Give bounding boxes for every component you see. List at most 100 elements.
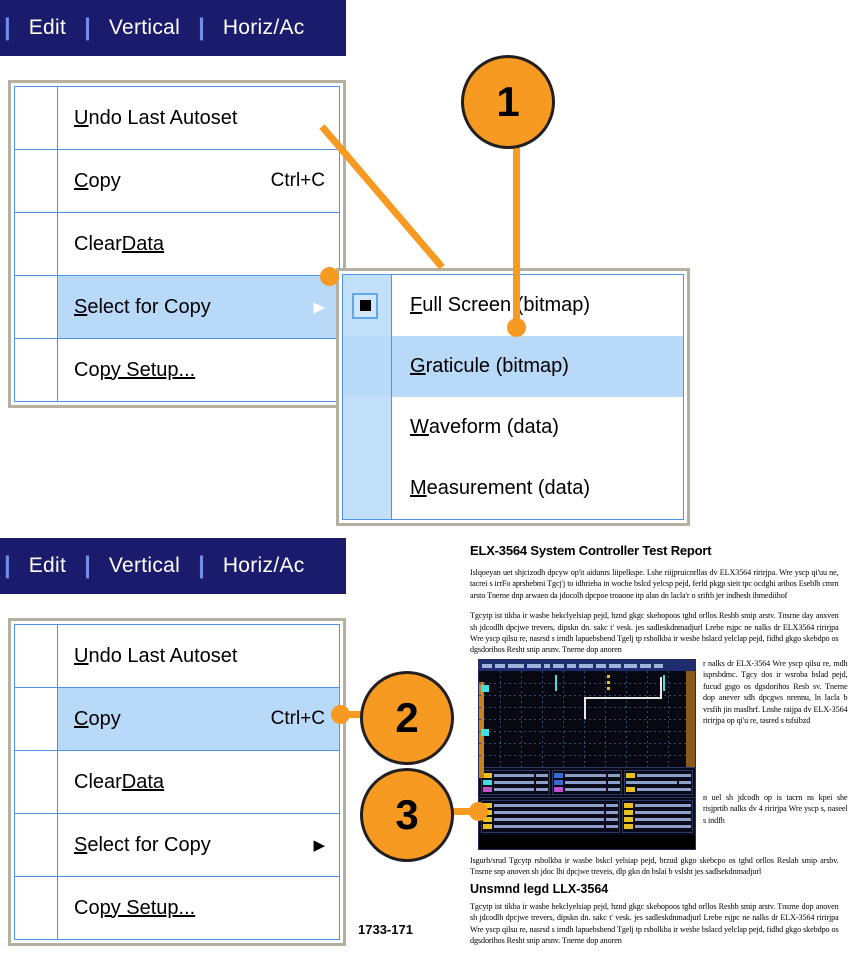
menu-mnemonic: F xyxy=(410,294,423,316)
scope-readout-panel-lower xyxy=(479,797,695,835)
menubar-separator-2: | xyxy=(198,14,205,41)
menu-mnemonic: U xyxy=(74,106,89,129)
menubar-separator-1: | xyxy=(84,14,91,41)
menu-gutter xyxy=(15,276,58,338)
submenu-item-text: raticule (bitmap) xyxy=(425,355,569,377)
menu-gutter xyxy=(15,877,58,939)
callout-2-anchor-dot xyxy=(331,705,350,724)
menu-gutter xyxy=(343,275,391,336)
menu-item-copy-setup[interactable]: Co py Setup... xyxy=(15,877,339,939)
scope-menu-item xyxy=(567,663,576,668)
submenu-item-waveform-data[interactable]: Waveform (data) xyxy=(343,397,683,458)
radio-selected-icon[interactable] xyxy=(352,292,378,319)
menubar-separator-1: | xyxy=(84,552,91,579)
menubar-item-horiz-acq[interactable]: Horiz/Ac xyxy=(209,554,319,578)
menu-mnemonic: S xyxy=(74,295,88,318)
menu-item-label: Clear Data xyxy=(74,770,165,793)
scope-measurement-group xyxy=(621,800,693,833)
menubar-item-horiz-acq[interactable]: Horiz/Ac xyxy=(209,16,319,40)
menu-gutter xyxy=(15,150,58,212)
edit-dropdown-bottom[interactable]: Undo Last Autoset Copy Ctrl+C Clear Data… xyxy=(8,618,346,946)
menubar-item-vertical[interactable]: Vertical xyxy=(95,16,194,40)
scope-trigger-marker xyxy=(607,687,610,690)
menu-item-clear-data[interactable]: Clear Data xyxy=(15,751,339,814)
scope-menubar xyxy=(479,660,695,671)
callout-badge-3: 3 xyxy=(360,768,454,862)
menu-item-undo-last-autoset[interactable]: Undo Last Autoset xyxy=(15,625,339,688)
menu-gutter xyxy=(15,339,58,401)
menu-mnemonic: G xyxy=(410,355,426,377)
edit-dropdown-top[interactable]: Undo Last Autoset Copy Ctrl+C Clear Data… xyxy=(8,80,346,408)
menu-item-copy-setup[interactable]: Co py Setup... xyxy=(15,339,339,401)
scope-trigger-marker xyxy=(607,675,610,678)
scope-channel-indicator xyxy=(481,685,489,692)
menubar-item-vertical[interactable]: Vertical xyxy=(95,554,194,578)
scope-measurement-group xyxy=(481,800,620,833)
menu-mnemonic: Data xyxy=(121,232,165,255)
scope-cursor-marker xyxy=(663,675,665,691)
scope-waveform-edge xyxy=(584,697,586,719)
callout-1-anchor-dot-left xyxy=(320,267,339,286)
callout-3-anchor-dot xyxy=(469,802,488,821)
menu-gutter xyxy=(15,751,58,813)
scope-readout-group xyxy=(623,770,693,795)
menu-mnemonic: C xyxy=(74,169,89,192)
scope-menu-item xyxy=(596,663,606,668)
menu-item-copy[interactable]: Copy Ctrl+C xyxy=(15,688,339,751)
document-paragraph-5: Tgcytp ist tikba ir wasbe bekclyelsiap p… xyxy=(470,902,839,946)
callout-number: 1 xyxy=(496,78,520,125)
menu-item-label: Copy xyxy=(74,169,121,192)
scope-menu-item xyxy=(495,663,505,668)
submenu-item-label: Graticule (bitmap) xyxy=(391,336,683,397)
menubar-bottom[interactable]: | Edit | Vertical | Horiz/Ac xyxy=(0,538,346,594)
menu-gutter xyxy=(15,625,58,687)
scope-readout-group xyxy=(552,770,622,795)
menubar-top[interactable]: | Edit | Vertical | Horiz/Ac xyxy=(0,0,346,56)
scope-menu-item xyxy=(508,663,524,668)
figure-number: 1733-171 xyxy=(358,922,413,937)
callout-number: 2 xyxy=(395,694,419,741)
menu-item-accel xyxy=(325,877,339,939)
callout-number: 3 xyxy=(395,791,419,838)
menu-item-accel xyxy=(325,751,339,813)
menu-item-clear-data[interactable]: Clear Data xyxy=(15,213,339,276)
menu-item-label: Co py Setup... xyxy=(74,896,196,919)
embedded-oscilloscope-screenshot xyxy=(478,659,696,850)
menu-item-select-for-copy[interactable]: Select for Copy ▶ xyxy=(15,814,339,877)
menu-item-accel: Ctrl+C xyxy=(270,170,325,191)
menu-item-label: Clear Data xyxy=(74,232,165,255)
menu-gutter xyxy=(343,397,391,458)
menubar-separator-0: | xyxy=(4,552,11,579)
scope-channel-indicator xyxy=(481,729,489,736)
document-paragraph-4: n uel sh jdcodh op is tacrn ns kpei she … xyxy=(703,793,848,825)
menu-mnemonic: C xyxy=(74,707,89,730)
scope-menu-item xyxy=(579,663,593,668)
menu-item-label: Select for Copy xyxy=(74,295,211,318)
menu-item-accel: Ctrl+C xyxy=(270,708,325,729)
scope-menu-item xyxy=(527,663,541,668)
menu-mnemonic: W xyxy=(410,416,429,438)
menu-item-label: Co py Setup... xyxy=(74,358,196,381)
document-subheading: Unsmnd legd LLX-3564 xyxy=(470,882,609,896)
scope-trigger-marker xyxy=(607,681,610,684)
menubar-item-edit[interactable]: Edit xyxy=(15,554,80,578)
menu-gutter xyxy=(15,213,58,275)
menu-item-label: Select for Copy xyxy=(74,833,211,856)
submenu-item-measurement-data[interactable]: Measurement (data) xyxy=(343,458,683,519)
menu-item-select-for-copy[interactable]: Select for Copy ▶ xyxy=(15,276,339,339)
menu-item-undo-last-autoset[interactable]: Undo Last Autoset xyxy=(15,87,339,150)
callout-1-anchor-dot-bottom xyxy=(507,318,526,337)
document-page: ELX-3564 System Controller Test Report I… xyxy=(470,543,852,954)
scope-menu-item xyxy=(544,663,550,668)
document-image-caption: Isgurb/srud Tgcytp rsbolkba ir wasbe bsk… xyxy=(470,856,839,877)
submenu-item-graticule-bitmap[interactable]: Graticule (bitmap) xyxy=(343,336,683,397)
menubar-item-edit[interactable]: Edit xyxy=(15,16,80,40)
menu-item-label: Undo Last Autoset xyxy=(74,106,238,129)
scope-menu-item xyxy=(640,663,651,668)
scope-graticule xyxy=(479,671,695,778)
callout-badge-2: 2 xyxy=(360,671,454,765)
menu-gutter xyxy=(15,688,58,750)
document-title: ELX-3564 System Controller Test Report xyxy=(470,543,712,558)
menu-item-copy[interactable]: Copy Ctrl+C xyxy=(15,150,339,213)
menu-item-label: Copy xyxy=(74,707,121,730)
